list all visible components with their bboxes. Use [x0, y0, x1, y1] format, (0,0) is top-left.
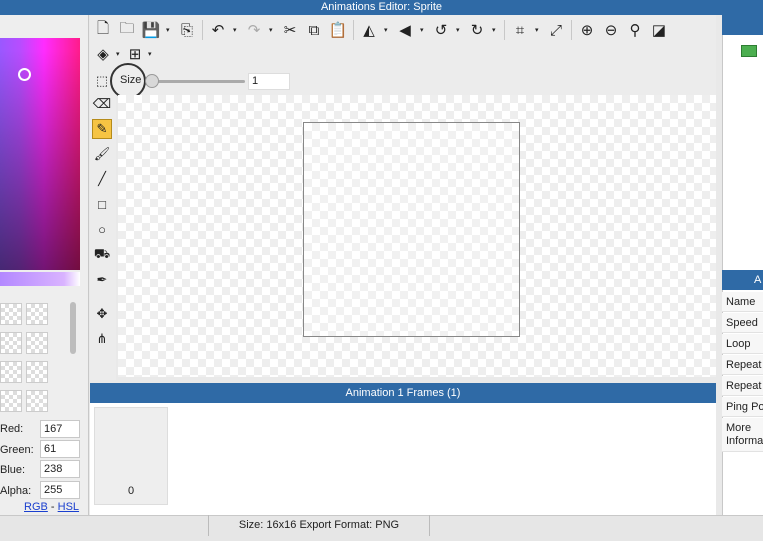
undo-icon[interactable]: ↶	[209, 21, 227, 39]
swatch[interactable]	[26, 390, 48, 412]
color-saturation-picker[interactable]	[0, 38, 80, 270]
grid-icon[interactable]: ⊞	[126, 45, 144, 63]
transform-icon[interactable]: ⋔	[92, 329, 112, 349]
toolbar-row-1: 🗋 🗀 💾 ▾ ⎘ ↶ ▾ ↷ ▾ ✂ ⧉ 📋 ◭ ▾ ◀ ▾ ↺ ▾ ↻ ▾ ⌗ ▾ ⤢ ⊕ …	[94, 20, 668, 40]
layers-icon[interactable]: ◈	[94, 45, 112, 63]
size-label: Size	[120, 74, 142, 86]
swatch[interactable]	[0, 361, 22, 383]
rotate-right-icon[interactable]: ↻	[468, 21, 486, 39]
hue-slider[interactable]	[0, 272, 80, 286]
swatch[interactable]	[26, 332, 48, 354]
marquee-select-icon[interactable]: ⬚	[92, 71, 112, 91]
frame-index: 0	[128, 485, 135, 497]
line-icon[interactable]: ╱	[92, 169, 112, 189]
link-separator: -	[50, 501, 55, 513]
rectangle-icon[interactable]: □	[92, 194, 112, 214]
color-picker-cursor[interactable]	[18, 68, 31, 81]
battery-icon	[741, 45, 757, 57]
blue-field[interactable]: 238	[40, 460, 80, 478]
properties-header: A	[722, 270, 763, 290]
zoom-in-icon[interactable]: ⊕	[578, 21, 596, 39]
swatch[interactable]	[0, 303, 22, 325]
import-icon[interactable]: ⎘	[178, 21, 196, 39]
save-icon[interactable]: 💾	[142, 21, 161, 39]
size-slider-handle[interactable]	[145, 74, 159, 88]
mirror-dropdown-icon[interactable]: ▾	[420, 26, 426, 34]
alpha-label: Alpha:	[0, 485, 32, 497]
red-field[interactable]: 167	[40, 420, 80, 438]
undo-dropdown-icon[interactable]: ▾	[233, 26, 239, 34]
redo-icon[interactable]: ↷	[245, 21, 263, 39]
rotate-left-dropdown-icon[interactable]: ▾	[456, 26, 462, 34]
hsl-link[interactable]: HSL	[58, 501, 79, 513]
resize-icon[interactable]: ⤢	[547, 21, 565, 39]
zoom-fit-icon[interactable]: ⚲	[626, 21, 644, 39]
divider	[202, 20, 203, 40]
size-slider-track[interactable]	[150, 80, 245, 83]
move-icon[interactable]: ✥	[92, 304, 112, 324]
flip-horizontal-icon[interactable]: ◭	[360, 21, 378, 39]
open-folder-icon[interactable]: 🗀	[118, 20, 136, 39]
eyedropper-icon[interactable]: ✒	[92, 270, 112, 290]
flip-dropdown-icon[interactable]: ▾	[384, 26, 390, 34]
mirror-icon[interactable]: ◀	[396, 21, 414, 39]
frames-panel	[90, 403, 716, 515]
crop-dropdown-icon[interactable]: ▾	[535, 26, 541, 34]
property-row[interactable]: Speed	[722, 313, 763, 333]
new-file-icon[interactable]: 🗋	[94, 20, 112, 39]
copy-icon[interactable]: ⧉	[305, 21, 323, 39]
right-panel-header	[722, 15, 763, 35]
alpha-field[interactable]: 255	[40, 481, 80, 499]
swatch[interactable]	[0, 390, 22, 412]
swatch[interactable]	[26, 361, 48, 383]
paint-bucket-icon[interactable]: ⛟	[92, 245, 112, 265]
property-row[interactable]: Ping Po	[722, 397, 763, 417]
divider	[504, 20, 505, 40]
swatch-scrollbar[interactable]	[70, 302, 76, 354]
zoom-out-icon[interactable]: ⊖	[602, 21, 620, 39]
layers-dropdown-icon[interactable]: ▾	[116, 50, 122, 58]
background-toggle-icon[interactable]: ◪	[650, 21, 668, 39]
cut-icon[interactable]: ✂	[281, 21, 299, 39]
swatch[interactable]	[0, 332, 22, 354]
status-text: Size: 16x16 Export Format: PNG	[208, 515, 430, 536]
divider	[571, 20, 572, 40]
property-row[interactable]: Repeat	[722, 376, 763, 396]
brush-icon[interactable]: 🖌	[92, 144, 112, 164]
blue-label: Blue:	[0, 464, 26, 476]
green-field[interactable]: 61	[40, 440, 80, 458]
swatch[interactable]	[26, 303, 48, 325]
property-row[interactable]: More Informa	[722, 418, 763, 452]
toolbar-row-2: ◈ ▾ ⊞ ▾	[94, 45, 154, 63]
green-label: Green:	[0, 444, 34, 456]
save-dropdown-icon[interactable]: ▾	[166, 26, 172, 34]
color-mode-links: RGB - HSL	[24, 501, 79, 513]
property-row[interactable]: Name	[722, 292, 763, 312]
ellipse-icon[interactable]: ○	[92, 219, 112, 239]
red-label: Red:	[0, 423, 24, 435]
crop-icon[interactable]: ⌗	[511, 21, 529, 39]
rgb-link[interactable]: RGB	[24, 501, 48, 513]
redo-dropdown-icon[interactable]: ▾	[269, 26, 275, 34]
property-row[interactable]: Loop	[722, 334, 763, 354]
divider	[353, 20, 354, 40]
grid-dropdown-icon[interactable]: ▾	[148, 50, 154, 58]
size-input[interactable]: 1	[248, 73, 290, 90]
paste-icon[interactable]: 📋	[329, 21, 348, 39]
sprite-canvas[interactable]	[303, 122, 520, 337]
eraser-icon[interactable]: ⌫	[92, 94, 112, 114]
rotate-right-dropdown-icon[interactable]: ▾	[492, 26, 498, 34]
window-title: Animations Editor: Sprite	[0, 0, 763, 15]
pencil-icon[interactable]: ✎	[92, 119, 112, 139]
frames-header: Animation 1 Frames (1)	[90, 383, 716, 403]
property-row[interactable]: Repeat	[722, 355, 763, 375]
rotate-left-icon[interactable]: ↺	[432, 21, 450, 39]
